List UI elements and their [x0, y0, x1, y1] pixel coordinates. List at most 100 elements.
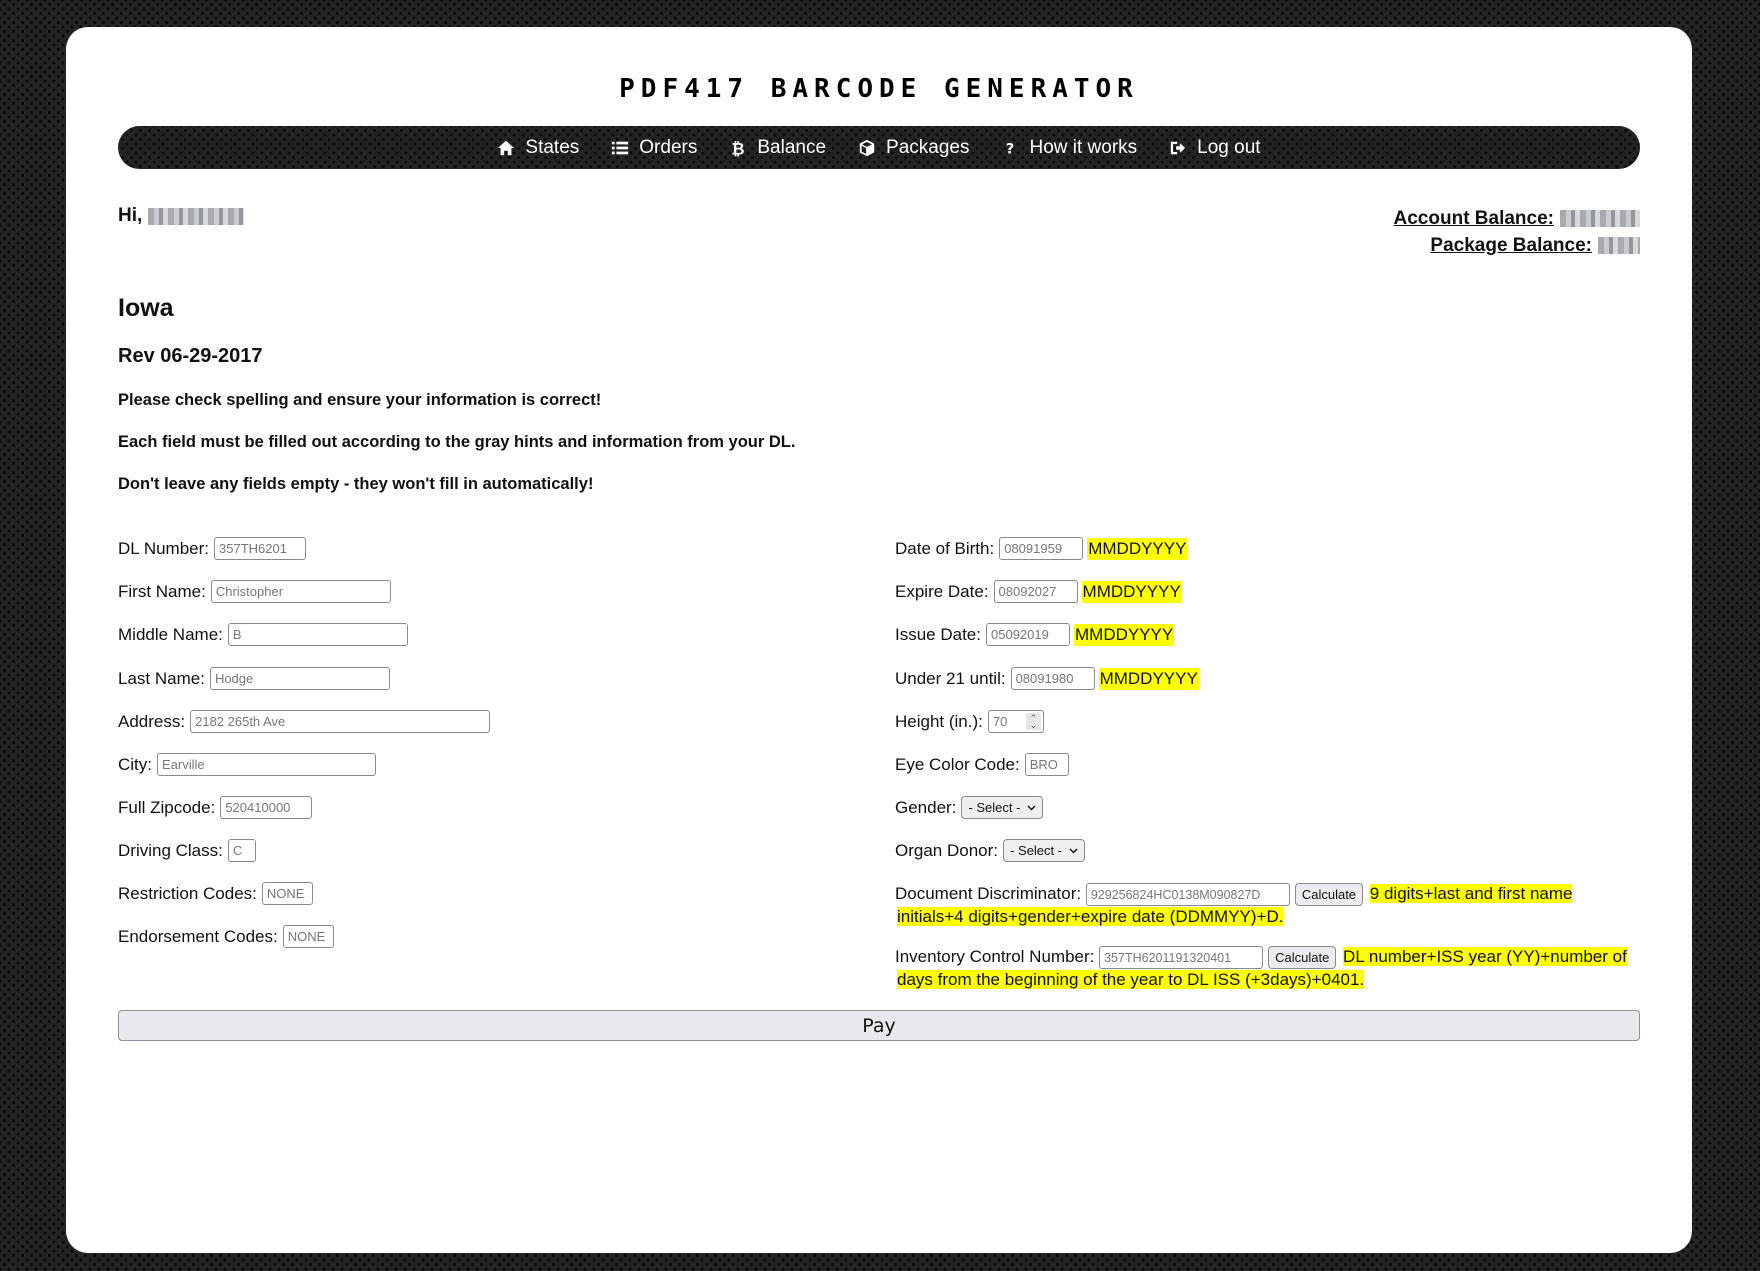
first-name-row: First Name: Christopher	[118, 580, 391, 603]
bitcoin-icon: ₿	[729, 139, 747, 157]
zipcode-row: Full Zipcode: 520410000	[118, 796, 313, 819]
middle-name-label: Middle Name:	[118, 624, 223, 644]
expire-date-format-hint: MMDDYYYY	[1081, 580, 1182, 603]
nav-orders[interactable]: Orders	[611, 137, 697, 159]
first-name-label: First Name:	[118, 581, 206, 601]
svg-text:PDF417 BARCODE GENERATOR: PDF417 BARCODE GENERATOR	[619, 77, 1139, 101]
nav-how-it-works[interactable]: ? How it works	[1001, 137, 1137, 159]
gender-selected-value: - Select -	[968, 800, 1021, 815]
logout-icon	[1169, 139, 1187, 157]
expire-date-row: Expire Date: 08092027 MMDDYYYY	[895, 580, 1182, 603]
dl-number-row: DL Number: 357TH6201	[118, 537, 307, 560]
chevron-down-icon	[1027, 805, 1036, 810]
dl-number-label: DL Number:	[118, 538, 210, 558]
username-redacted	[148, 207, 245, 225]
inventory-control-label: Inventory Control Number:	[895, 947, 1095, 966]
state-title: Iowa	[118, 294, 174, 322]
dob-format-hint: MMDDYYYY	[1087, 537, 1188, 560]
driving-class-label: Driving Class:	[118, 840, 223, 860]
dob-label: Date of Birth:	[895, 538, 995, 558]
height-input[interactable]: 70 ⌃ ⌄	[987, 710, 1044, 733]
organ-donor-label: Organ Donor:	[895, 840, 998, 860]
gender-select[interactable]: - Select -	[961, 796, 1044, 819]
zipcode-label: Full Zipcode:	[118, 797, 216, 817]
height-label: Height (in.):	[895, 711, 983, 731]
inventory-control-row: Inventory Control Number: 357TH620119132…	[895, 946, 1640, 991]
nav-orders-label: Orders	[639, 136, 698, 158]
organ-donor-selected-value: - Select -	[1010, 843, 1063, 858]
last-name-row: Last Name: Hodge	[118, 667, 390, 690]
driving-class-row: Driving Class: C	[118, 839, 256, 862]
site-title-logo: PDF417 BARCODE GENERATOR	[619, 77, 1139, 101]
package-balance[interactable]: Package Balance:	[1394, 232, 1640, 259]
address-row: Address: 2182 265th Ave	[118, 710, 491, 733]
account-balance[interactable]: Account Balance:	[1394, 205, 1640, 232]
expire-date-input[interactable]: 08092027	[993, 580, 1078, 603]
restriction-codes-input[interactable]: NONE	[261, 882, 313, 905]
organ-donor-select[interactable]: - Select -	[1003, 839, 1086, 862]
nav-balance[interactable]: ₿ Balance	[729, 137, 826, 159]
address-input[interactable]: 2182 265th Ave	[190, 710, 491, 733]
issue-date-row: Issue Date: 05092019 MMDDYYYY	[895, 623, 1175, 646]
dl-number-input[interactable]: 357TH6201	[214, 537, 307, 560]
height-row: Height (in.): 70 ⌃ ⌄	[895, 710, 1044, 733]
gender-label: Gender:	[895, 797, 957, 817]
doc-discriminator-label: Document Discriminator:	[895, 884, 1082, 903]
account-balance-label: Account Balance:	[1393, 208, 1554, 229]
address-label: Address:	[118, 711, 186, 731]
nav-packages[interactable]: Packages	[858, 137, 969, 159]
nav-logout-label: Log out	[1197, 136, 1261, 158]
middle-name-input[interactable]: B	[227, 623, 408, 646]
note-spelling: Please check spelling and ensure your in…	[118, 391, 602, 409]
first-name-input[interactable]: Christopher	[210, 580, 391, 603]
endorsement-codes-row: Endorsement Codes: NONE	[118, 925, 334, 948]
under21-label: Under 21 until:	[895, 668, 1006, 688]
package-balance-label: Package Balance:	[1430, 235, 1592, 256]
dob-input[interactable]: 08091959	[999, 537, 1084, 560]
last-name-label: Last Name:	[118, 668, 205, 688]
gender-row: Gender: - Select -	[895, 796, 1044, 819]
account-balance-value-redacted	[1560, 210, 1640, 227]
middle-name-row: Middle Name: B	[118, 623, 408, 646]
organ-donor-row: Organ Donor: - Select -	[895, 839, 1086, 862]
restriction-codes-row: Restriction Codes: NONE	[118, 882, 313, 905]
driving-class-input[interactable]: C	[227, 839, 256, 862]
doc-discriminator-calculate-button[interactable]: Calculate	[1294, 883, 1364, 907]
doc-discriminator-input[interactable]: 929256824HC0138M090827D	[1085, 883, 1290, 907]
home-icon	[497, 139, 515, 157]
question-icon: ?	[1001, 139, 1019, 157]
main-card: PDF417 BARCODE GENERATOR States Orders ₿…	[66, 27, 1692, 1253]
nav-packages-label: Packages	[886, 136, 970, 158]
inventory-control-calculate-button[interactable]: Calculate	[1268, 946, 1337, 970]
nav-logout[interactable]: Log out	[1169, 136, 1261, 159]
main-nav: States Orders ₿ Balance Packages ? How i…	[118, 126, 1640, 169]
pay-button[interactable]: Pay	[118, 1010, 1640, 1041]
user-greeting: Hi,	[118, 205, 245, 227]
note-gray-hints: Each field must be filled out according …	[118, 433, 796, 451]
issue-date-format-hint: MMDDYYYY	[1074, 623, 1175, 646]
nav-states[interactable]: States	[497, 137, 579, 159]
spinner-down-icon: ⌄	[1029, 719, 1038, 730]
restriction-codes-label: Restriction Codes:	[118, 883, 257, 903]
svg-text:?: ?	[1006, 141, 1014, 157]
endorsement-codes-input[interactable]: NONE	[282, 925, 334, 948]
greeting-text: Hi,	[118, 205, 143, 226]
balance-panel: Account Balance: Package Balance:	[1394, 205, 1640, 259]
chevron-down-icon	[1069, 848, 1078, 853]
height-spinner[interactable]: ⌃ ⌄	[1025, 713, 1041, 730]
last-name-input[interactable]: Hodge	[209, 667, 390, 690]
package-balance-value-redacted	[1598, 237, 1640, 254]
height-value: 70	[992, 714, 1008, 729]
nav-balance-label: Balance	[757, 136, 827, 158]
endorsement-codes-label: Endorsement Codes:	[118, 926, 278, 946]
city-row: City: Earville	[118, 753, 376, 776]
note-no-empty: Don't leave any fields empty - they won'…	[118, 475, 594, 493]
eye-color-row: Eye Color Code: BRO	[895, 753, 1069, 776]
city-input[interactable]: Earville	[157, 753, 376, 776]
issue-date-input[interactable]: 05092019	[986, 623, 1070, 646]
under21-input[interactable]: 08091980	[1010, 667, 1095, 690]
eye-color-input[interactable]: BRO	[1024, 753, 1069, 776]
inventory-control-input[interactable]: 357TH6201191320401	[1099, 946, 1264, 970]
zipcode-input[interactable]: 520410000	[220, 796, 313, 819]
eye-color-label: Eye Color Code:	[895, 754, 1020, 774]
